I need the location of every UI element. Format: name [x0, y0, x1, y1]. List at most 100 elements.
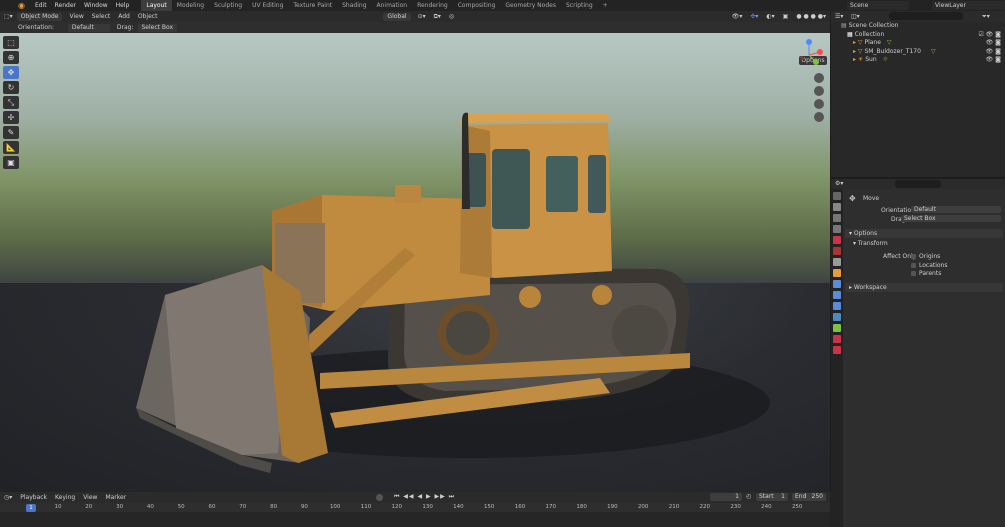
pan-hand-icon[interactable]	[814, 86, 824, 96]
display-mode-icon[interactable]: ◫▾	[851, 13, 860, 20]
timeline-editor-icon[interactable]: ◷▾	[0, 494, 16, 501]
end-frame-field[interactable]: End 250	[792, 493, 826, 501]
transform-tool-icon[interactable]: ✢	[3, 111, 19, 124]
cursor-tool-icon[interactable]: ⊕	[3, 51, 19, 64]
transform-subpanel-header[interactable]: ▾ Transform	[853, 240, 888, 247]
checkbox-box[interactable]	[911, 271, 916, 276]
tab-uv-editing[interactable]: UV Editing	[247, 0, 288, 11]
measure-tool-icon[interactable]: 📐	[3, 141, 19, 154]
camera-view-icon[interactable]	[814, 99, 824, 109]
transform-orientation-selector[interactable]: Global	[383, 12, 411, 21]
origins-checkbox[interactable]: Origins	[911, 253, 940, 260]
proportional-edit-icon[interactable]: ◎	[445, 13, 458, 20]
tab-compositing[interactable]: Compositing	[453, 0, 501, 11]
tab-sculpting[interactable]: Sculpting	[209, 0, 247, 11]
shading-solid-icon[interactable]: ● ● ● ●▾	[792, 13, 830, 20]
outliner-row-bulldozer[interactable]: ▸ ▽ SM_Buldozer_T170 ▽ 👁 ◙	[831, 48, 1005, 57]
tool-tab-icon[interactable]	[833, 192, 841, 200]
modifier-tab-icon[interactable]	[833, 280, 841, 288]
particles-tab-icon[interactable]	[833, 291, 841, 299]
3d-viewport[interactable]: ⬚ ⊕ ✥ ↻ ⤡ ✢ ✎ 📐 ▣ Options	[0, 33, 830, 492]
tab-layout[interactable]: Layout	[141, 0, 172, 11]
menu-view[interactable]: View	[65, 13, 87, 20]
options-panel-header[interactable]: ▾ Options	[845, 229, 1003, 238]
select-box-tool-icon[interactable]: ⬚	[3, 36, 19, 49]
overlay-icon[interactable]: ◐▾	[762, 13, 778, 20]
snap-icon[interactable]: ⧉▾	[430, 13, 445, 21]
menu-view[interactable]: View	[79, 494, 101, 501]
data-tab-icon[interactable]	[833, 324, 841, 332]
visibility-eye-icon[interactable]: 👁 ◙	[986, 39, 1001, 48]
scale-tool-icon[interactable]: ⤡	[3, 96, 19, 109]
menu-playback[interactable]: Playback	[16, 494, 51, 501]
material-tab-icon[interactable]	[833, 335, 841, 343]
properties-search-input[interactable]	[895, 180, 941, 188]
outliner-editor-icon[interactable]: ☰▾	[835, 13, 843, 20]
tab-animation[interactable]: Animation	[372, 0, 413, 11]
scene-tab-icon[interactable]	[833, 236, 841, 244]
menu-help[interactable]: Help	[112, 2, 134, 9]
filter-icon[interactable]: ⏷▾	[982, 13, 990, 21]
orientation-dropdown[interactable]: Default	[67, 23, 110, 32]
drag-dropdown[interactable]: Select Box	[137, 23, 178, 32]
rotate-tool-icon[interactable]: ↻	[3, 81, 19, 94]
menu-object[interactable]: Object	[134, 13, 162, 20]
workspace-panel-header[interactable]: ▸ Workspace	[845, 283, 1003, 292]
zoom-icon[interactable]	[814, 73, 824, 83]
world-tab-icon[interactable]	[833, 247, 841, 255]
add-cube-tool-icon[interactable]: ▣	[3, 156, 19, 169]
navigation-gizmo-icon[interactable]	[796, 38, 826, 68]
outliner-row-sun[interactable]: ▸ ☀ Sun ☼ 👁 ◙	[831, 56, 1005, 65]
view-layer-selector[interactable]: ViewLayer	[932, 1, 1005, 10]
tab-scripting[interactable]: Scripting	[561, 0, 598, 11]
output-tab-icon[interactable]	[833, 214, 841, 222]
menu-edit[interactable]: Edit	[31, 2, 51, 9]
tab-modeling[interactable]: Modeling	[172, 0, 209, 11]
checkbox-box[interactable]	[911, 263, 916, 268]
pivot-icon[interactable]: ⊙▾	[414, 13, 430, 20]
blender-logo-icon[interactable]: ◉	[18, 1, 28, 11]
visibility-eye-icon[interactable]: ☑ 👁 ◙	[978, 31, 1001, 40]
properties-editor-icon[interactable]: ⚙▾	[835, 180, 843, 187]
gizmo-icon[interactable]: ✣▾	[746, 13, 762, 20]
playback-controls-icon[interactable]: ⏮ ◀◀ ◀ ▶ ▶▶ ⏭	[394, 493, 455, 501]
collection-tab-icon[interactable]	[833, 258, 841, 266]
tab-shading[interactable]: Shading	[337, 0, 371, 11]
editor-type-icon[interactable]: ⬚▾	[0, 13, 17, 20]
perspective-grid-icon[interactable]	[814, 112, 824, 122]
bulldozer-model[interactable]	[0, 33, 830, 492]
orientation-dropdown[interactable]: Default	[911, 206, 1001, 213]
tab-rendering[interactable]: Rendering	[412, 0, 453, 11]
texture-tab-icon[interactable]	[833, 346, 841, 354]
current-frame-indicator[interactable]: 1	[26, 504, 36, 512]
parents-checkbox[interactable]: Parents	[911, 270, 941, 277]
outliner-row-collection[interactable]: ▦ Collection ☑ 👁 ◙	[831, 31, 1005, 40]
scene-selector[interactable]: Scene	[847, 1, 909, 10]
locations-checkbox[interactable]: Locations	[911, 262, 948, 269]
menu-select[interactable]: Select	[88, 13, 115, 20]
move-tool-icon[interactable]: ✥	[3, 66, 19, 79]
record-icon[interactable]	[376, 494, 383, 501]
menu-keying[interactable]: Keying	[51, 494, 79, 501]
add-workspace-icon[interactable]: +	[598, 0, 613, 11]
timeline-ruler[interactable]: 1 10 20 30 40 50 60 70 80 90 100 110 120 130 140 150 16…	[0, 503, 830, 512]
outliner-row-scene-collection[interactable]: ▤ Scene Collection	[831, 22, 1005, 31]
view-layer-tab-icon[interactable]	[833, 225, 841, 233]
drag-dropdown[interactable]: Select Box	[901, 215, 1001, 222]
menu-render[interactable]: Render	[51, 2, 80, 9]
checkbox-box[interactable]	[911, 254, 916, 259]
current-frame-field[interactable]: 1	[710, 493, 742, 501]
xray-icon[interactable]: ▣	[779, 13, 793, 20]
clock-icon[interactable]: ◴	[746, 493, 751, 500]
start-frame-field[interactable]: Start 1	[756, 493, 788, 501]
tab-texture-paint[interactable]: Texture Paint	[288, 0, 337, 11]
render-tab-icon[interactable]	[833, 203, 841, 211]
annotate-tool-icon[interactable]: ✎	[3, 126, 19, 139]
object-tab-icon[interactable]	[833, 269, 841, 277]
menu-window[interactable]: Window	[80, 2, 112, 9]
mode-selector[interactable]: Object Mode	[16, 12, 63, 21]
visibility-icon[interactable]: 👁▾	[728, 13, 747, 20]
menu-add[interactable]: Add	[114, 13, 134, 20]
visibility-eye-icon[interactable]: 👁 ◙	[986, 56, 1001, 65]
physics-tab-icon[interactable]	[833, 302, 841, 310]
